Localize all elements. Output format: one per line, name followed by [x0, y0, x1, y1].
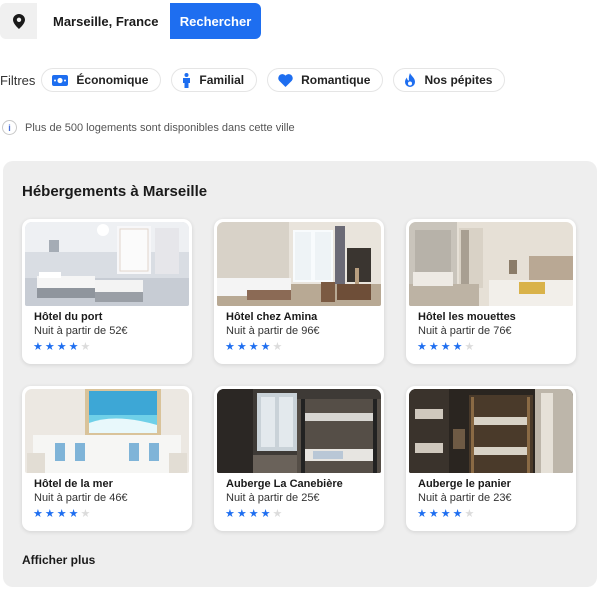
filter-chip-economique[interactable]: Économique	[41, 68, 162, 92]
listing-photo	[25, 389, 189, 473]
listing-card-auberge-le-panier[interactable]: Auberge le panier Nuit à partir de 23€ ★…	[406, 386, 576, 531]
listing-name: Hôtel du port	[34, 311, 103, 323]
rating-stars: ★ ★ ★ ★ ★	[417, 342, 476, 353]
star-filled-icon: ★	[428, 508, 439, 520]
star-empty-icon: ★	[80, 341, 91, 353]
filter-chip-label: Romantique	[301, 73, 371, 87]
listing-photo	[217, 389, 381, 473]
star-empty-icon: ★	[272, 508, 283, 520]
star-filled-icon: ★	[428, 341, 439, 353]
star-filled-icon: ★	[68, 508, 79, 520]
listing-price: Nuit à partir de 25€	[226, 492, 320, 504]
rating-stars: ★ ★ ★ ★ ★	[225, 509, 284, 520]
star-filled-icon: ★	[417, 508, 427, 520]
star-filled-icon: ★	[440, 341, 451, 353]
flame-icon	[404, 72, 416, 88]
filter-chip-familial[interactable]: Familial	[171, 68, 258, 92]
star-filled-icon: ★	[33, 341, 43, 353]
filter-chip-romantique[interactable]: Romantique	[267, 68, 384, 92]
listings-title: Hébergements à Marseille	[22, 183, 208, 200]
star-empty-icon: ★	[464, 341, 475, 353]
listing-price: Nuit à partir de 96€	[226, 325, 320, 337]
location-pin-icon	[0, 3, 37, 39]
listing-name: Hôtel de la mer	[34, 478, 113, 490]
rating-stars: ★ ★ ★ ★ ★	[33, 342, 92, 353]
star-filled-icon: ★	[44, 341, 55, 353]
star-filled-icon: ★	[260, 508, 271, 520]
star-empty-icon: ★	[272, 341, 283, 353]
rating-stars: ★ ★ ★ ★ ★	[33, 509, 92, 520]
filter-chip-label: Nos pépites	[424, 73, 493, 87]
listing-card-hotel-chez-amina[interactable]: Hôtel chez Amina Nuit à partir de 96€ ★ ★…	[214, 219, 384, 364]
availability-info: i Plus de 500 logements sont disponibles…	[2, 120, 295, 135]
filter-chip-label: Familial	[199, 73, 245, 87]
show-more-link[interactable]: Afficher plus	[22, 553, 95, 567]
listing-price: Nuit à partir de 52€	[34, 325, 128, 337]
filter-chip-nos-pepites[interactable]: Nos pépites	[393, 68, 506, 92]
star-filled-icon: ★	[44, 508, 55, 520]
filters-bar: Filtres Économique Familial Romantique N…	[0, 68, 515, 92]
listing-photo	[25, 222, 189, 306]
star-filled-icon: ★	[236, 508, 247, 520]
listing-card-auberge-la-canebiere[interactable]: Auberge La Canebière Nuit à partir de 25…	[214, 386, 384, 531]
star-filled-icon: ★	[417, 341, 427, 353]
rating-stars: ★ ★ ★ ★ ★	[417, 509, 476, 520]
listing-photo	[409, 389, 573, 473]
listing-name: Auberge le panier	[418, 478, 511, 490]
listings-panel: Hébergements à Marseille Hôtel du port N…	[3, 161, 597, 587]
star-filled-icon: ★	[225, 341, 235, 353]
search-button[interactable]: Rechercher	[170, 3, 261, 39]
listing-photo	[409, 222, 573, 306]
filter-chip-label: Économique	[76, 73, 149, 87]
rating-stars: ★ ★ ★ ★ ★	[225, 342, 284, 353]
filters-label: Filtres	[0, 72, 36, 88]
listing-card-hotel-du-port[interactable]: Hôtel du port Nuit à partir de 52€ ★ ★ ★ ★ ★	[22, 219, 192, 364]
money-icon	[52, 74, 69, 86]
info-icon: i	[2, 120, 17, 135]
listing-photo	[217, 222, 381, 306]
listing-name: Auberge La Canebière	[226, 478, 343, 490]
star-filled-icon: ★	[440, 508, 451, 520]
listing-name: Hôtel chez Amina	[226, 311, 318, 323]
star-filled-icon: ★	[225, 508, 235, 520]
person-icon	[182, 72, 191, 88]
star-empty-icon: ★	[464, 508, 475, 520]
listing-card-hotel-de-la-mer[interactable]: Hôtel de la mer Nuit à partir de 46€ ★ ★ ★…	[22, 386, 192, 531]
star-filled-icon: ★	[56, 508, 67, 520]
availability-text: Plus de 500 logements sont disponibles d…	[25, 121, 295, 134]
listing-name: Hôtel les mouettes	[418, 311, 516, 323]
heart-icon	[278, 73, 293, 87]
star-filled-icon: ★	[56, 341, 67, 353]
listing-price: Nuit à partir de 46€	[34, 492, 128, 504]
star-filled-icon: ★	[248, 508, 259, 520]
star-filled-icon: ★	[248, 341, 259, 353]
search-bar: Rechercher	[0, 3, 261, 39]
listing-price: Nuit à partir de 23€	[418, 492, 512, 504]
listing-card-hotel-les-mouettes[interactable]: Hôtel les mouettes Nuit à partir de 76€ …	[406, 219, 576, 364]
star-filled-icon: ★	[260, 341, 271, 353]
star-filled-icon: ★	[236, 341, 247, 353]
listing-price: Nuit à partir de 76€	[418, 325, 512, 337]
location-input[interactable]	[37, 3, 170, 39]
star-filled-icon: ★	[452, 508, 463, 520]
star-empty-icon: ★	[80, 508, 91, 520]
star-filled-icon: ★	[68, 341, 79, 353]
star-filled-icon: ★	[452, 341, 463, 353]
star-filled-icon: ★	[33, 508, 43, 520]
